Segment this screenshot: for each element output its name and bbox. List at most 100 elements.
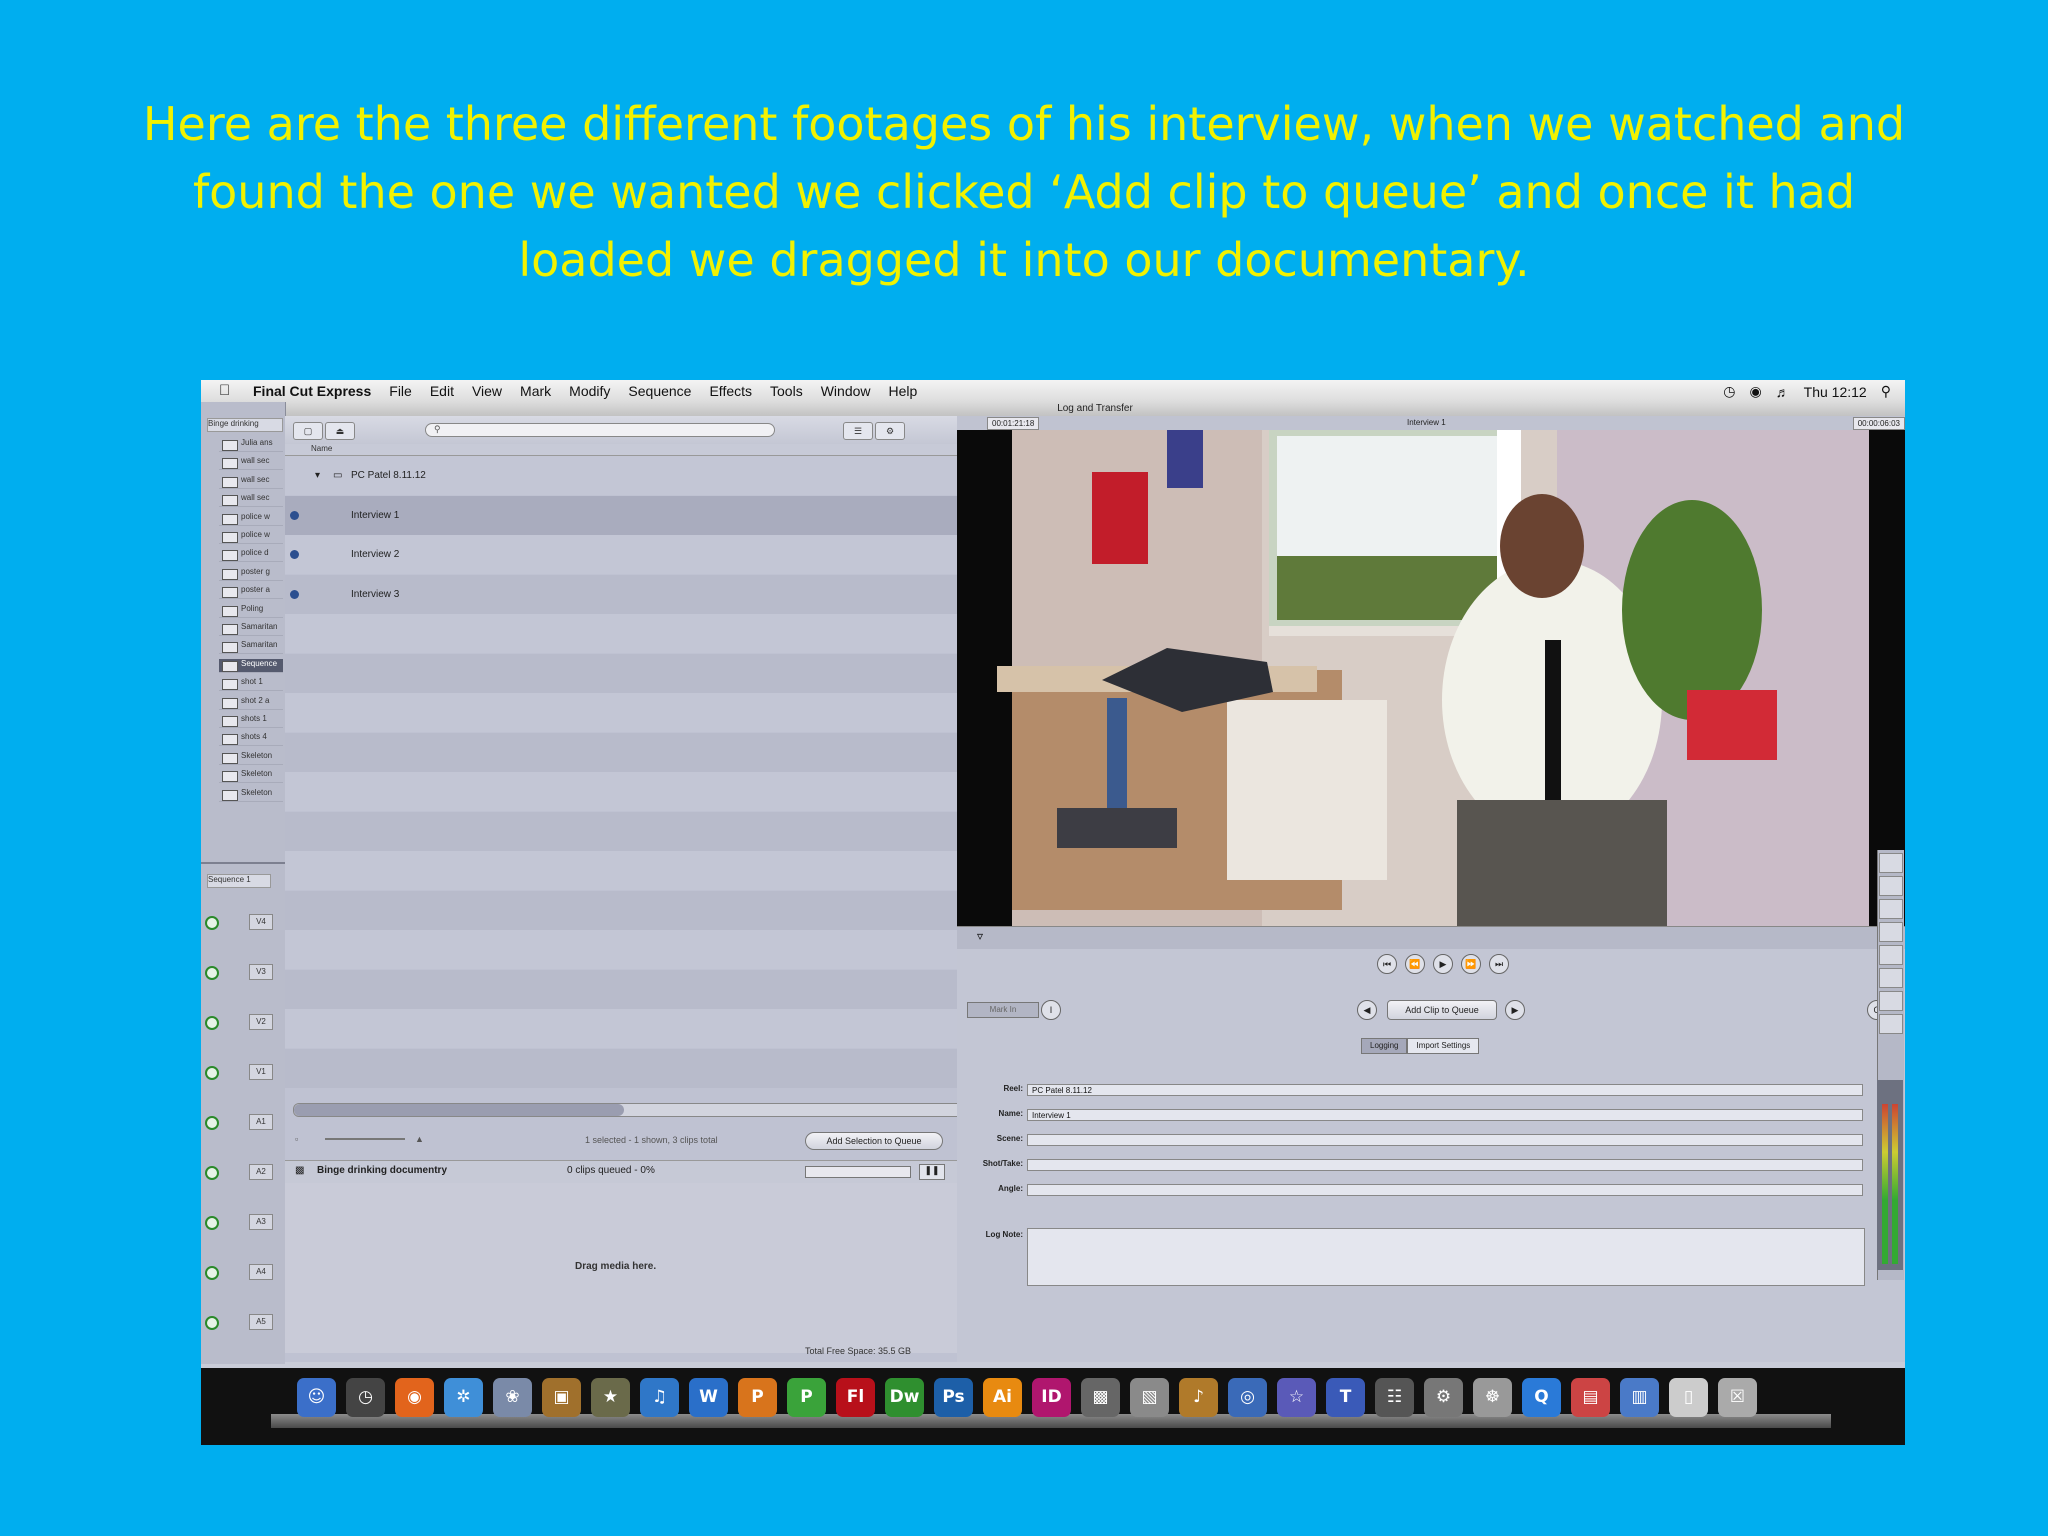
idvd-icon[interactable]: ☆: [1277, 1378, 1316, 1417]
scrollbar-thumb[interactable]: [294, 1104, 624, 1116]
field-angle-input[interactable]: [1027, 1184, 1863, 1196]
prev-clip-button[interactable]: ◀: [1357, 1000, 1377, 1020]
livetype-icon[interactable]: T: [1326, 1378, 1365, 1417]
spotlight-icon[interactable]: ⚲: [1881, 383, 1891, 400]
track-label[interactable]: A4: [249, 1264, 273, 1280]
sidebar-item[interactable]: police w: [219, 530, 283, 544]
sidebar-tab[interactable]: Binge drinking: [207, 418, 283, 432]
menu-app-name[interactable]: Final Cut Express: [253, 383, 371, 399]
sidebar-item[interactable]: Julia ans: [219, 438, 283, 452]
stack-icon[interactable]: ▥: [1620, 1378, 1659, 1417]
script-icon[interactable]: ⚙: [1424, 1378, 1463, 1417]
track-visibility-toggle[interactable]: [205, 1066, 219, 1080]
next-clip-button[interactable]: ▶: [1505, 1000, 1525, 1020]
transport-button-3[interactable]: ⏩: [1461, 954, 1481, 974]
document-icon[interactable]: ▯: [1669, 1378, 1708, 1417]
menu-view[interactable]: View: [472, 383, 502, 399]
sidebar-item[interactable]: shot 1: [219, 677, 283, 692]
track-label[interactable]: A1: [249, 1114, 273, 1130]
sidebar-item[interactable]: wall sec: [219, 493, 283, 508]
track-label[interactable]: A5: [249, 1314, 273, 1330]
garageband-icon[interactable]: ♪: [1179, 1378, 1218, 1417]
sidebar-item[interactable]: poster g: [219, 567, 283, 581]
transport-button-0[interactable]: ⏮: [1377, 954, 1397, 974]
menu-file[interactable]: File: [389, 383, 412, 399]
publisher-icon[interactable]: P: [787, 1378, 826, 1417]
word-icon[interactable]: W: [689, 1378, 728, 1417]
transport-button-4[interactable]: ⏭: [1489, 954, 1509, 974]
volume-icon[interactable]: ♬: [1776, 384, 1790, 400]
firefox-icon[interactable]: ◉: [395, 1378, 434, 1417]
eject-button[interactable]: ⏏: [325, 422, 355, 440]
track-label[interactable]: A2: [249, 1164, 273, 1180]
menu-edit[interactable]: Edit: [430, 383, 454, 399]
itunes-icon[interactable]: ♫: [640, 1378, 679, 1417]
iphoto-icon[interactable]: ❀: [493, 1378, 532, 1417]
track-visibility-toggle[interactable]: [205, 1216, 219, 1230]
finder-icon[interactable]: ☺: [297, 1378, 336, 1417]
import-folder-button[interactable]: ▢: [293, 422, 323, 440]
track-visibility-toggle[interactable]: [205, 1166, 219, 1180]
add-clip-to-queue-button[interactable]: Add Clip to Queue: [1387, 1000, 1497, 1020]
mark-in-field[interactable]: Mark In: [967, 1002, 1039, 1018]
playhead-icon[interactable]: ▿: [977, 929, 983, 943]
disclosure-triangle-icon[interactable]: ▾: [315, 456, 320, 495]
menu-help[interactable]: Help: [889, 383, 918, 399]
track-visibility-toggle[interactable]: [205, 1266, 219, 1280]
wifi-icon[interactable]: ◉: [1749, 383, 1761, 400]
field-reel-input[interactable]: PC Patel 8.11.12: [1027, 1084, 1863, 1096]
safari-icon[interactable]: ✲: [444, 1378, 483, 1417]
sidebar-item[interactable]: Samaritan: [219, 622, 283, 636]
sidebar-item[interactable]: shots 4: [219, 732, 283, 747]
preview-icon[interactable]: ▧: [1130, 1378, 1169, 1417]
track-visibility-toggle[interactable]: [205, 916, 219, 930]
indesign-icon[interactable]: ID: [1032, 1378, 1071, 1417]
illustrator-icon[interactable]: Ai: [983, 1378, 1022, 1417]
add-selection-to-queue-button[interactable]: Add Selection to Queue: [805, 1132, 943, 1150]
calendar-icon[interactable]: ▤: [1571, 1378, 1610, 1417]
camera-icon[interactable]: ▩: [1081, 1378, 1120, 1417]
menu-sequence[interactable]: Sequence: [628, 383, 691, 399]
viewer-scrubber[interactable]: ▿: [957, 926, 1905, 949]
menu-clock[interactable]: Thu 12:12: [1804, 384, 1867, 400]
slip-tool-icon[interactable]: [1879, 1014, 1903, 1034]
sidebar-item[interactable]: poster a: [219, 585, 283, 600]
star-icon[interactable]: ★: [591, 1378, 630, 1417]
sequence-tab[interactable]: Sequence 1: [207, 874, 271, 888]
trash-icon[interactable]: ☒: [1718, 1378, 1757, 1417]
mark-in-button[interactable]: I: [1041, 1000, 1061, 1020]
sidebar-item[interactable]: Skeleton: [219, 788, 283, 802]
quicktime-icon[interactable]: Q: [1522, 1378, 1561, 1417]
crop-tool-icon[interactable]: [1879, 945, 1903, 965]
sidebar-item[interactable]: wall sec: [219, 456, 283, 471]
sidebar-item[interactable]: Sequence: [219, 658, 283, 673]
log-transfer-titlebar[interactable]: Log and Transfer: [285, 402, 1905, 416]
track-visibility-toggle[interactable]: [205, 1116, 219, 1130]
sidebar-item[interactable]: police w: [219, 512, 283, 526]
lognote-input[interactable]: [1027, 1228, 1865, 1286]
transport-button-1[interactable]: ⏪: [1405, 954, 1425, 974]
photoshop-icon[interactable]: Ps: [934, 1378, 973, 1417]
view-toggle-button[interactable]: ☰: [843, 422, 873, 440]
field-shottake-input[interactable]: [1027, 1159, 1863, 1171]
track-label[interactable]: V3: [249, 964, 273, 980]
dashboard-icon[interactable]: ◷: [346, 1378, 385, 1417]
sidebar-item[interactable]: police d: [219, 548, 283, 563]
edit-tool-icon[interactable]: [1879, 876, 1903, 896]
sidebar-item[interactable]: Skeleton: [219, 751, 283, 765]
menu-modify[interactable]: Modify: [569, 383, 610, 399]
zoom-large-icon[interactable]: ▲: [415, 1134, 424, 1144]
track-label[interactable]: V2: [249, 1014, 273, 1030]
track-label[interactable]: V4: [249, 914, 273, 930]
dreamweaver-icon[interactable]: Dw: [885, 1378, 924, 1417]
dvd-icon[interactable]: ◎: [1228, 1378, 1267, 1417]
zoom-small-icon[interactable]: ▫: [295, 1134, 298, 1144]
transport-button-2[interactable]: ▶: [1433, 954, 1453, 974]
timecode-duration[interactable]: 00:01:21:18: [987, 417, 1040, 430]
zoom-tool-icon[interactable]: [1879, 922, 1903, 942]
pen-tool-icon[interactable]: [1879, 968, 1903, 988]
zoom-slider[interactable]: [325, 1138, 405, 1140]
apple-menu-icon[interactable]: : [219, 382, 230, 399]
track-visibility-toggle[interactable]: [205, 1016, 219, 1030]
sidebar-item[interactable]: Skeleton: [219, 769, 283, 784]
